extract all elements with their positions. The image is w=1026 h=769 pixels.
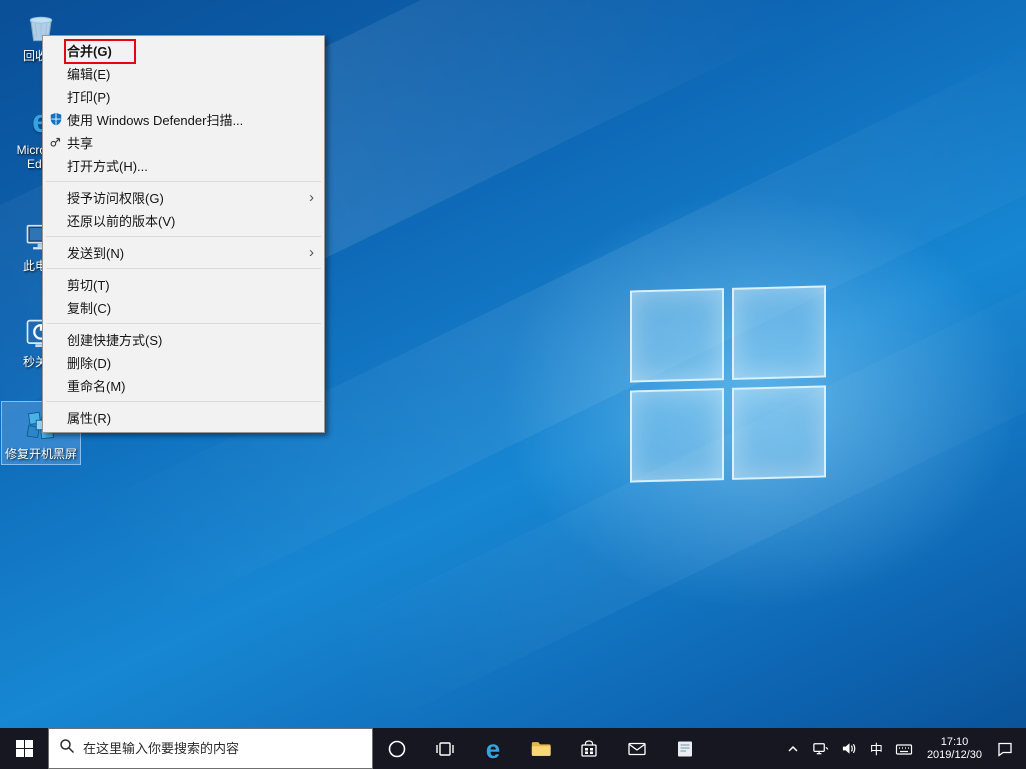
menu-item-merge[interactable]: 合并(G) (43, 39, 324, 62)
desktop-screen: 回收站 e Microsoft Edge 此电脑 秒关机 修复开机黑屏 合并(G… (0, 0, 1026, 769)
menu-separator (46, 181, 321, 182)
menu-item-defender-scan[interactable]: 使用 Windows Defender扫描... (43, 108, 324, 131)
menu-item-label: 合并(G) (67, 41, 112, 60)
tray-expand-button[interactable] (780, 728, 806, 769)
menu-item-cut[interactable]: 剪切(T) (43, 273, 324, 296)
search-input[interactable] (83, 741, 362, 756)
windows-logo-pane (630, 388, 724, 482)
menu-item-create-shortcut[interactable]: 创建快捷方式(S) (43, 328, 324, 351)
pinned-app-button[interactable] (661, 728, 709, 769)
windows-logo (630, 285, 826, 482)
ime-indicator[interactable]: 中 (864, 728, 889, 769)
submenu-arrow-icon: › (309, 245, 314, 260)
menu-item-rename[interactable]: 重命名(M) (43, 374, 324, 397)
windows-logo-pane (630, 288, 724, 382)
menu-item-label: 创建快捷方式(S) (67, 330, 162, 349)
file-explorer-button[interactable] (517, 728, 565, 769)
menu-item-open-with[interactable]: 打开方式(H)... (43, 154, 324, 177)
clock-time: 17:10 (941, 736, 969, 749)
menu-separator (46, 323, 321, 324)
edge-icon: e (486, 736, 500, 762)
windows-logo-pane (732, 385, 826, 479)
menu-item-delete[interactable]: 删除(D) (43, 351, 324, 374)
menu-item-label: 使用 Windows Defender扫描... (67, 110, 243, 129)
menu-item-label: 编辑(E) (67, 64, 110, 83)
clock-date: 2019/12/30 (927, 749, 982, 762)
menu-item-label: 重命名(M) (67, 376, 126, 395)
menu-item-give-access[interactable]: 授予访问权限(G) › (43, 186, 324, 209)
menu-item-label: 发送到(N) (67, 243, 124, 262)
windows-start-icon (16, 740, 33, 757)
volume-icon[interactable] (835, 728, 864, 769)
menu-separator (46, 236, 321, 237)
menu-item-copy[interactable]: 复制(C) (43, 296, 324, 319)
defender-shield-icon (48, 111, 64, 127)
desktop-icon-label: 修复开机黑屏 (3, 447, 79, 461)
start-button[interactable] (0, 728, 48, 769)
menu-item-label: 打开方式(H)... (67, 156, 148, 175)
menu-item-label: 还原以前的版本(V) (67, 211, 175, 230)
menu-item-label: 属性(R) (67, 408, 111, 427)
menu-separator (46, 401, 321, 402)
menu-item-label: 删除(D) (67, 353, 111, 372)
taskbar-clock[interactable]: 17:10 2019/12/30 (919, 736, 990, 762)
menu-item-label: 剪切(T) (67, 275, 110, 294)
menu-item-label: 复制(C) (67, 298, 111, 317)
menu-item-print[interactable]: 打印(P) (43, 85, 324, 108)
taskbar-search-box[interactable] (48, 728, 373, 769)
menu-item-share[interactable]: 共享 (43, 131, 324, 154)
task-view-button[interactable] (421, 728, 469, 769)
touch-keyboard-icon[interactable] (889, 728, 919, 769)
menu-item-restore-previous-versions[interactable]: 还原以前的版本(V) (43, 209, 324, 232)
search-icon (59, 738, 75, 759)
action-center-button[interactable] (990, 728, 1026, 769)
menu-item-label: 共享 (67, 133, 93, 152)
taskbar: e 中 17:1 (0, 728, 1026, 769)
mail-button[interactable] (613, 728, 661, 769)
menu-item-label: 打印(P) (67, 87, 110, 106)
menu-item-send-to[interactable]: 发送到(N) › (43, 241, 324, 264)
windows-logo-pane (732, 285, 826, 379)
menu-item-label: 授予访问权限(G) (67, 188, 164, 207)
network-icon[interactable] (806, 728, 835, 769)
cortana-button[interactable] (373, 728, 421, 769)
context-menu: 合并(G) 编辑(E) 打印(P) 使用 Windows Defender扫描.… (42, 35, 325, 433)
menu-item-properties[interactable]: 属性(R) (43, 406, 324, 429)
menu-separator (46, 268, 321, 269)
share-icon (48, 134, 64, 150)
microsoft-store-button[interactable] (565, 728, 613, 769)
menu-item-edit[interactable]: 编辑(E) (43, 62, 324, 85)
submenu-arrow-icon: › (309, 190, 314, 205)
edge-taskbar-button[interactable]: e (469, 728, 517, 769)
system-tray: 中 17:10 2019/12/30 (780, 728, 1026, 769)
